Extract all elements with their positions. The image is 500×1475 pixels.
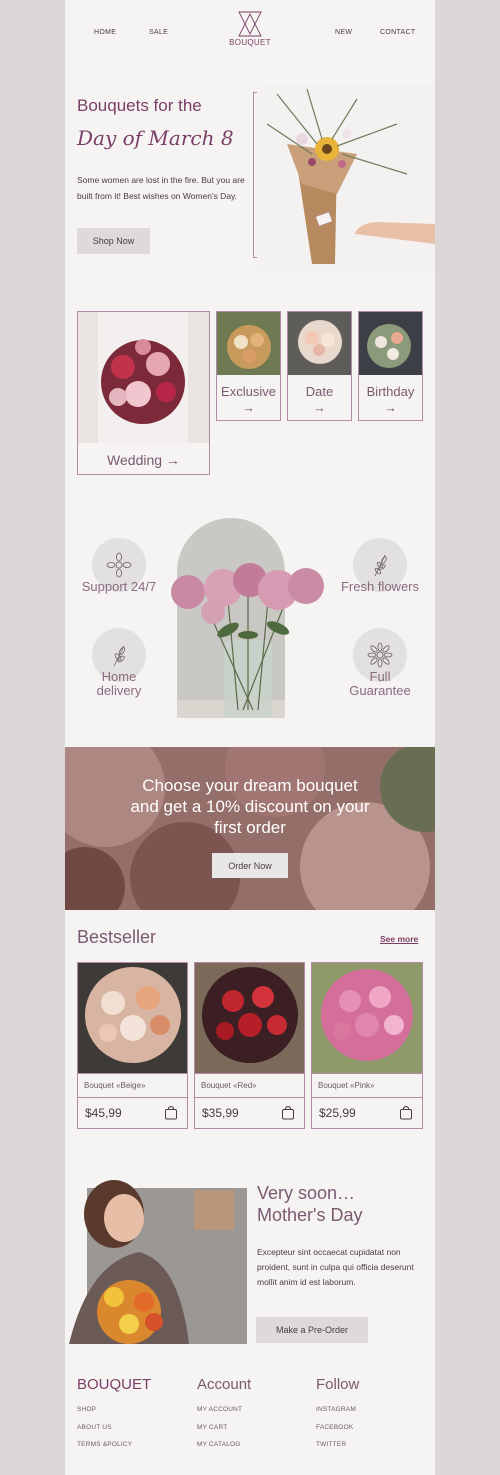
category-exclusive-label: Exclusive	[221, 384, 276, 399]
bag-icon[interactable]	[281, 1105, 295, 1120]
product-image-pink	[312, 963, 422, 1073]
sprig-icon	[374, 554, 387, 577]
promo-banner: Choose your dream bouquet and get a 10% …	[65, 747, 435, 910]
pre-order-button[interactable]: Make a Pre-Order	[256, 1317, 368, 1343]
guarantee-label: Full Guarantee	[349, 669, 411, 698]
product-price-pink: $25,99	[319, 1106, 356, 1120]
bag-icon[interactable]	[399, 1105, 413, 1120]
daisy-icon	[367, 642, 393, 668]
category-wedding[interactable]: Wedding →	[77, 311, 210, 475]
product-name-red: Bouquet «Red»	[201, 1081, 257, 1090]
product-name-pink: Bouquet «Pink»	[318, 1081, 375, 1090]
category-birthday-label: Birthday	[366, 384, 415, 399]
promo-text: Choose your dream bouquet and get a 10% …	[65, 775, 435, 838]
product-card-beige[interactable]: Bouquet «Beige» $45,99	[77, 962, 188, 1129]
footer-link-shop[interactable]: SHOP	[77, 1406, 96, 1413]
bestseller-title: Bestseller	[77, 927, 157, 947]
category-exclusive-arrow: →	[242, 400, 255, 415]
delivery-label: Home delivery	[96, 669, 142, 698]
nav-sale[interactable]: SALE	[149, 29, 168, 36]
product-image-beige	[78, 963, 187, 1073]
footer-link-facebook[interactable]: FACEBOOK	[316, 1424, 353, 1431]
hero-title-line2: Day of March 8	[77, 126, 234, 150]
nav-home[interactable]: HOME	[94, 29, 116, 36]
order-now-button[interactable]: Order Now	[212, 853, 288, 878]
footer-link-my-catalog[interactable]: MY CATALOG	[197, 1441, 241, 1448]
footer-link-terms[interactable]: TERMS &POLICY	[77, 1441, 132, 1448]
mothers-title-line2: Mother's Day	[257, 1205, 363, 1225]
mothers-title-line1: Very soon…	[257, 1183, 356, 1203]
branch-icon	[113, 645, 126, 667]
product-image-red	[195, 963, 304, 1073]
logo-text: BOUQUET	[229, 38, 271, 47]
birthday-image	[359, 312, 422, 375]
footer-link-instagram[interactable]: INSTAGRAM	[316, 1406, 356, 1413]
fresh-label: Fresh flowers	[340, 579, 420, 594]
product-price-beige: $45,99	[85, 1106, 122, 1120]
category-date-label: Date	[305, 384, 334, 399]
wedding-image	[78, 312, 209, 443]
category-birthday[interactable]: Birthday →	[358, 311, 423, 421]
promo-text-line3: first order	[214, 818, 286, 837]
see-more-link[interactable]: See more	[380, 934, 418, 944]
support-label: Support 24/7	[81, 579, 157, 594]
category-birthday-arrow: →	[384, 400, 397, 415]
nav-contact[interactable]: CONTACT	[380, 29, 415, 36]
hero-text: Some women are lost in the fire. But you…	[77, 175, 245, 201]
footer-account-heading: Account	[197, 1376, 252, 1393]
email-page: HOME SALE BOUQUET NEW CONTACT Bouquets f…	[65, 0, 435, 1475]
category-wedding-label: Wedding →	[107, 452, 180, 468]
footer-link-twitter[interactable]: TWITTER	[316, 1441, 346, 1448]
bag-icon[interactable]	[164, 1105, 178, 1120]
exclusive-image	[217, 312, 280, 375]
product-price-red: $35,99	[202, 1106, 239, 1120]
category-exclusive[interactable]: Exclusive →	[216, 311, 281, 421]
nav-new[interactable]: NEW	[335, 29, 352, 36]
footer-link-about[interactable]: ABOUT US	[77, 1424, 112, 1431]
promo-text-line2: and get a 10% discount on your	[130, 797, 370, 816]
category-date-arrow: →	[313, 400, 326, 415]
product-card-red[interactable]: Bouquet «Red» $35,99	[194, 962, 305, 1129]
footer-brand: BOUQUET	[77, 1376, 152, 1393]
hero-bouquet-image	[257, 84, 435, 270]
hero-title-line1: Bouquets for the	[77, 96, 202, 115]
footer-link-my-cart[interactable]: MY CART	[197, 1424, 227, 1431]
mothers-day-image	[69, 1172, 247, 1344]
shop-now-button[interactable]: Shop Now	[77, 228, 150, 254]
flower-icon	[106, 552, 132, 578]
peony-vase-image	[168, 560, 338, 720]
logo[interactable]: BOUQUET	[227, 10, 273, 50]
footer-follow-heading: Follow	[316, 1376, 360, 1393]
footer-link-my-account[interactable]: MY ACCOUNT	[197, 1406, 242, 1413]
product-name-beige: Bouquet «Beige»	[84, 1081, 146, 1090]
product-card-pink[interactable]: Bouquet «Pink» $25,99	[311, 962, 423, 1129]
mothers-text: Excepteur sint occaecat cupidatat non pr…	[257, 1247, 414, 1287]
date-image	[288, 312, 351, 375]
logo-icon	[238, 11, 262, 37]
category-date[interactable]: Date →	[287, 311, 352, 421]
promo-text-line1: Choose your dream bouquet	[142, 776, 358, 795]
